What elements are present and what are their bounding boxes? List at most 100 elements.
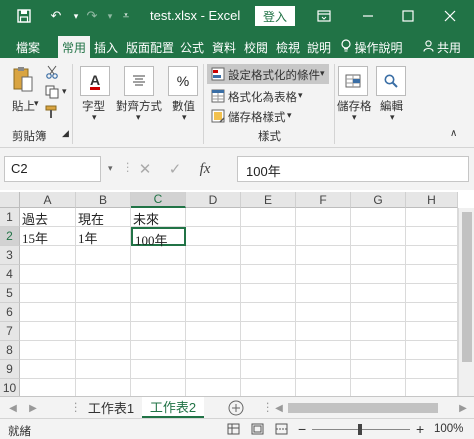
next-sheet-icon[interactable]: ▶: [26, 400, 40, 416]
select-all-button[interactable]: [0, 192, 20, 208]
cell-c4[interactable]: [131, 265, 186, 284]
tab-formulas[interactable]: 公式: [178, 36, 206, 58]
cell-f7[interactable]: [296, 322, 351, 341]
enter-icon[interactable]: ✓: [160, 160, 190, 178]
cell-h6[interactable]: [406, 303, 458, 322]
paste-label[interactable]: 貼上: [12, 98, 35, 114]
row-header-3[interactable]: 3: [0, 246, 20, 265]
cell-b4[interactable]: [76, 265, 131, 284]
cell-f6[interactable]: [296, 303, 351, 322]
cell-d7[interactable]: [186, 322, 241, 341]
cell-styles-dropdown-icon[interactable]: ▾: [287, 110, 292, 121]
cell-f1[interactable]: [296, 208, 351, 227]
normal-view-icon[interactable]: [226, 422, 240, 436]
tab-insert[interactable]: 插入: [92, 36, 120, 58]
cell-g4[interactable]: [351, 265, 406, 284]
editing-icon[interactable]: [376, 66, 406, 96]
cell-a5[interactable]: [20, 284, 76, 303]
cell-a9[interactable]: [20, 360, 76, 379]
cell-f5[interactable]: [296, 284, 351, 303]
column-header-f[interactable]: F: [296, 192, 351, 208]
tell-me-button[interactable]: 操作說明: [340, 36, 404, 58]
column-header-c[interactable]: C: [131, 192, 186, 208]
cell-b9[interactable]: [76, 360, 131, 379]
collapse-ribbon-icon[interactable]: ∧: [450, 128, 457, 139]
cell-e7[interactable]: [241, 322, 296, 341]
save-icon[interactable]: [14, 6, 34, 26]
cell-h9[interactable]: [406, 360, 458, 379]
cell-d9[interactable]: [186, 360, 241, 379]
cell-g9[interactable]: [351, 360, 406, 379]
number-dropdown-icon[interactable]: ▾: [182, 112, 187, 123]
add-sheet-icon[interactable]: [226, 397, 246, 418]
column-header-a[interactable]: A: [20, 192, 76, 208]
tab-file[interactable]: 檔案: [8, 36, 48, 58]
row-header-9[interactable]: 9: [0, 360, 20, 379]
cell-d5[interactable]: [186, 284, 241, 303]
column-header-b[interactable]: B: [76, 192, 131, 208]
column-header-h[interactable]: H: [406, 192, 458, 208]
cell-d3[interactable]: [186, 246, 241, 265]
cell-f8[interactable]: [296, 341, 351, 360]
cell-c3[interactable]: [131, 246, 186, 265]
zoom-out-icon[interactable]: −: [298, 421, 306, 437]
cell-a4[interactable]: [20, 265, 76, 284]
editing-dropdown-icon[interactable]: ▾: [390, 112, 395, 123]
redo-icon[interactable]: ↷: [82, 6, 102, 26]
cell-f4[interactable]: [296, 265, 351, 284]
page-break-view-icon[interactable]: [274, 422, 288, 436]
cell-c5[interactable]: [131, 284, 186, 303]
zoom-slider-thumb[interactable]: [358, 424, 362, 435]
tab-review[interactable]: 校閱: [242, 36, 270, 58]
name-box[interactable]: C2: [4, 156, 101, 182]
cell-e5[interactable]: [241, 284, 296, 303]
cell-h2[interactable]: [406, 227, 458, 246]
cell-h1[interactable]: [406, 208, 458, 227]
cells-dropdown-icon[interactable]: ▾: [352, 112, 357, 123]
copy-icon[interactable]: [44, 84, 60, 100]
cell-a6[interactable]: [20, 303, 76, 322]
cell-b7[interactable]: [76, 322, 131, 341]
cell-e1[interactable]: [241, 208, 296, 227]
conditional-formatting-icon[interactable]: [210, 66, 226, 82]
ribbon-display-icon[interactable]: [312, 4, 336, 28]
tab-data[interactable]: 資料: [210, 36, 238, 58]
cell-a3[interactable]: [20, 246, 76, 265]
cell-b10[interactable]: [76, 379, 131, 396]
share-button[interactable]: 共用: [414, 36, 470, 58]
cell-b3[interactable]: [76, 246, 131, 265]
paste-dropdown-icon[interactable]: ▾: [34, 98, 39, 109]
clipboard-launcher-icon[interactable]: ◢: [62, 128, 69, 139]
cell-h5[interactable]: [406, 284, 458, 303]
cell-d10[interactable]: [186, 379, 241, 396]
cell-h7[interactable]: [406, 322, 458, 341]
cell-c7[interactable]: [131, 322, 186, 341]
row-header-1[interactable]: 1: [0, 208, 20, 227]
row-header-10[interactable]: 10: [0, 379, 20, 396]
cell-a10[interactable]: [20, 379, 76, 396]
cell-e10[interactable]: [241, 379, 296, 396]
cell-d2[interactable]: [186, 227, 241, 246]
cell-b1[interactable]: 現在: [76, 208, 131, 227]
format-as-table-label[interactable]: 格式化為表格: [228, 89, 297, 105]
cell-h3[interactable]: [406, 246, 458, 265]
conditional-formatting-label[interactable]: 設定格式化的條件: [228, 67, 320, 83]
alignment-dropdown-icon[interactable]: ▾: [136, 112, 141, 123]
cell-a8[interactable]: [20, 341, 76, 360]
row-header-4[interactable]: 4: [0, 265, 20, 284]
cell-b8[interactable]: [76, 341, 131, 360]
tab-page-layout[interactable]: 版面配置: [124, 36, 176, 58]
cell-g5[interactable]: [351, 284, 406, 303]
cell-f10[interactable]: [296, 379, 351, 396]
cell-e3[interactable]: [241, 246, 296, 265]
cell-c1[interactable]: 未來: [131, 208, 186, 227]
vertical-scroll-thumb[interactable]: [462, 212, 472, 362]
vertical-scrollbar[interactable]: [458, 208, 474, 396]
cell-h8[interactable]: [406, 341, 458, 360]
name-box-dropdown-icon[interactable]: ▾: [108, 163, 113, 174]
column-header-d[interactable]: D: [186, 192, 241, 208]
column-header-g[interactable]: G: [351, 192, 406, 208]
cell-g2[interactable]: [351, 227, 406, 246]
cell-styles-label[interactable]: 儲存格樣式: [228, 109, 286, 125]
cut-icon[interactable]: [44, 64, 60, 80]
